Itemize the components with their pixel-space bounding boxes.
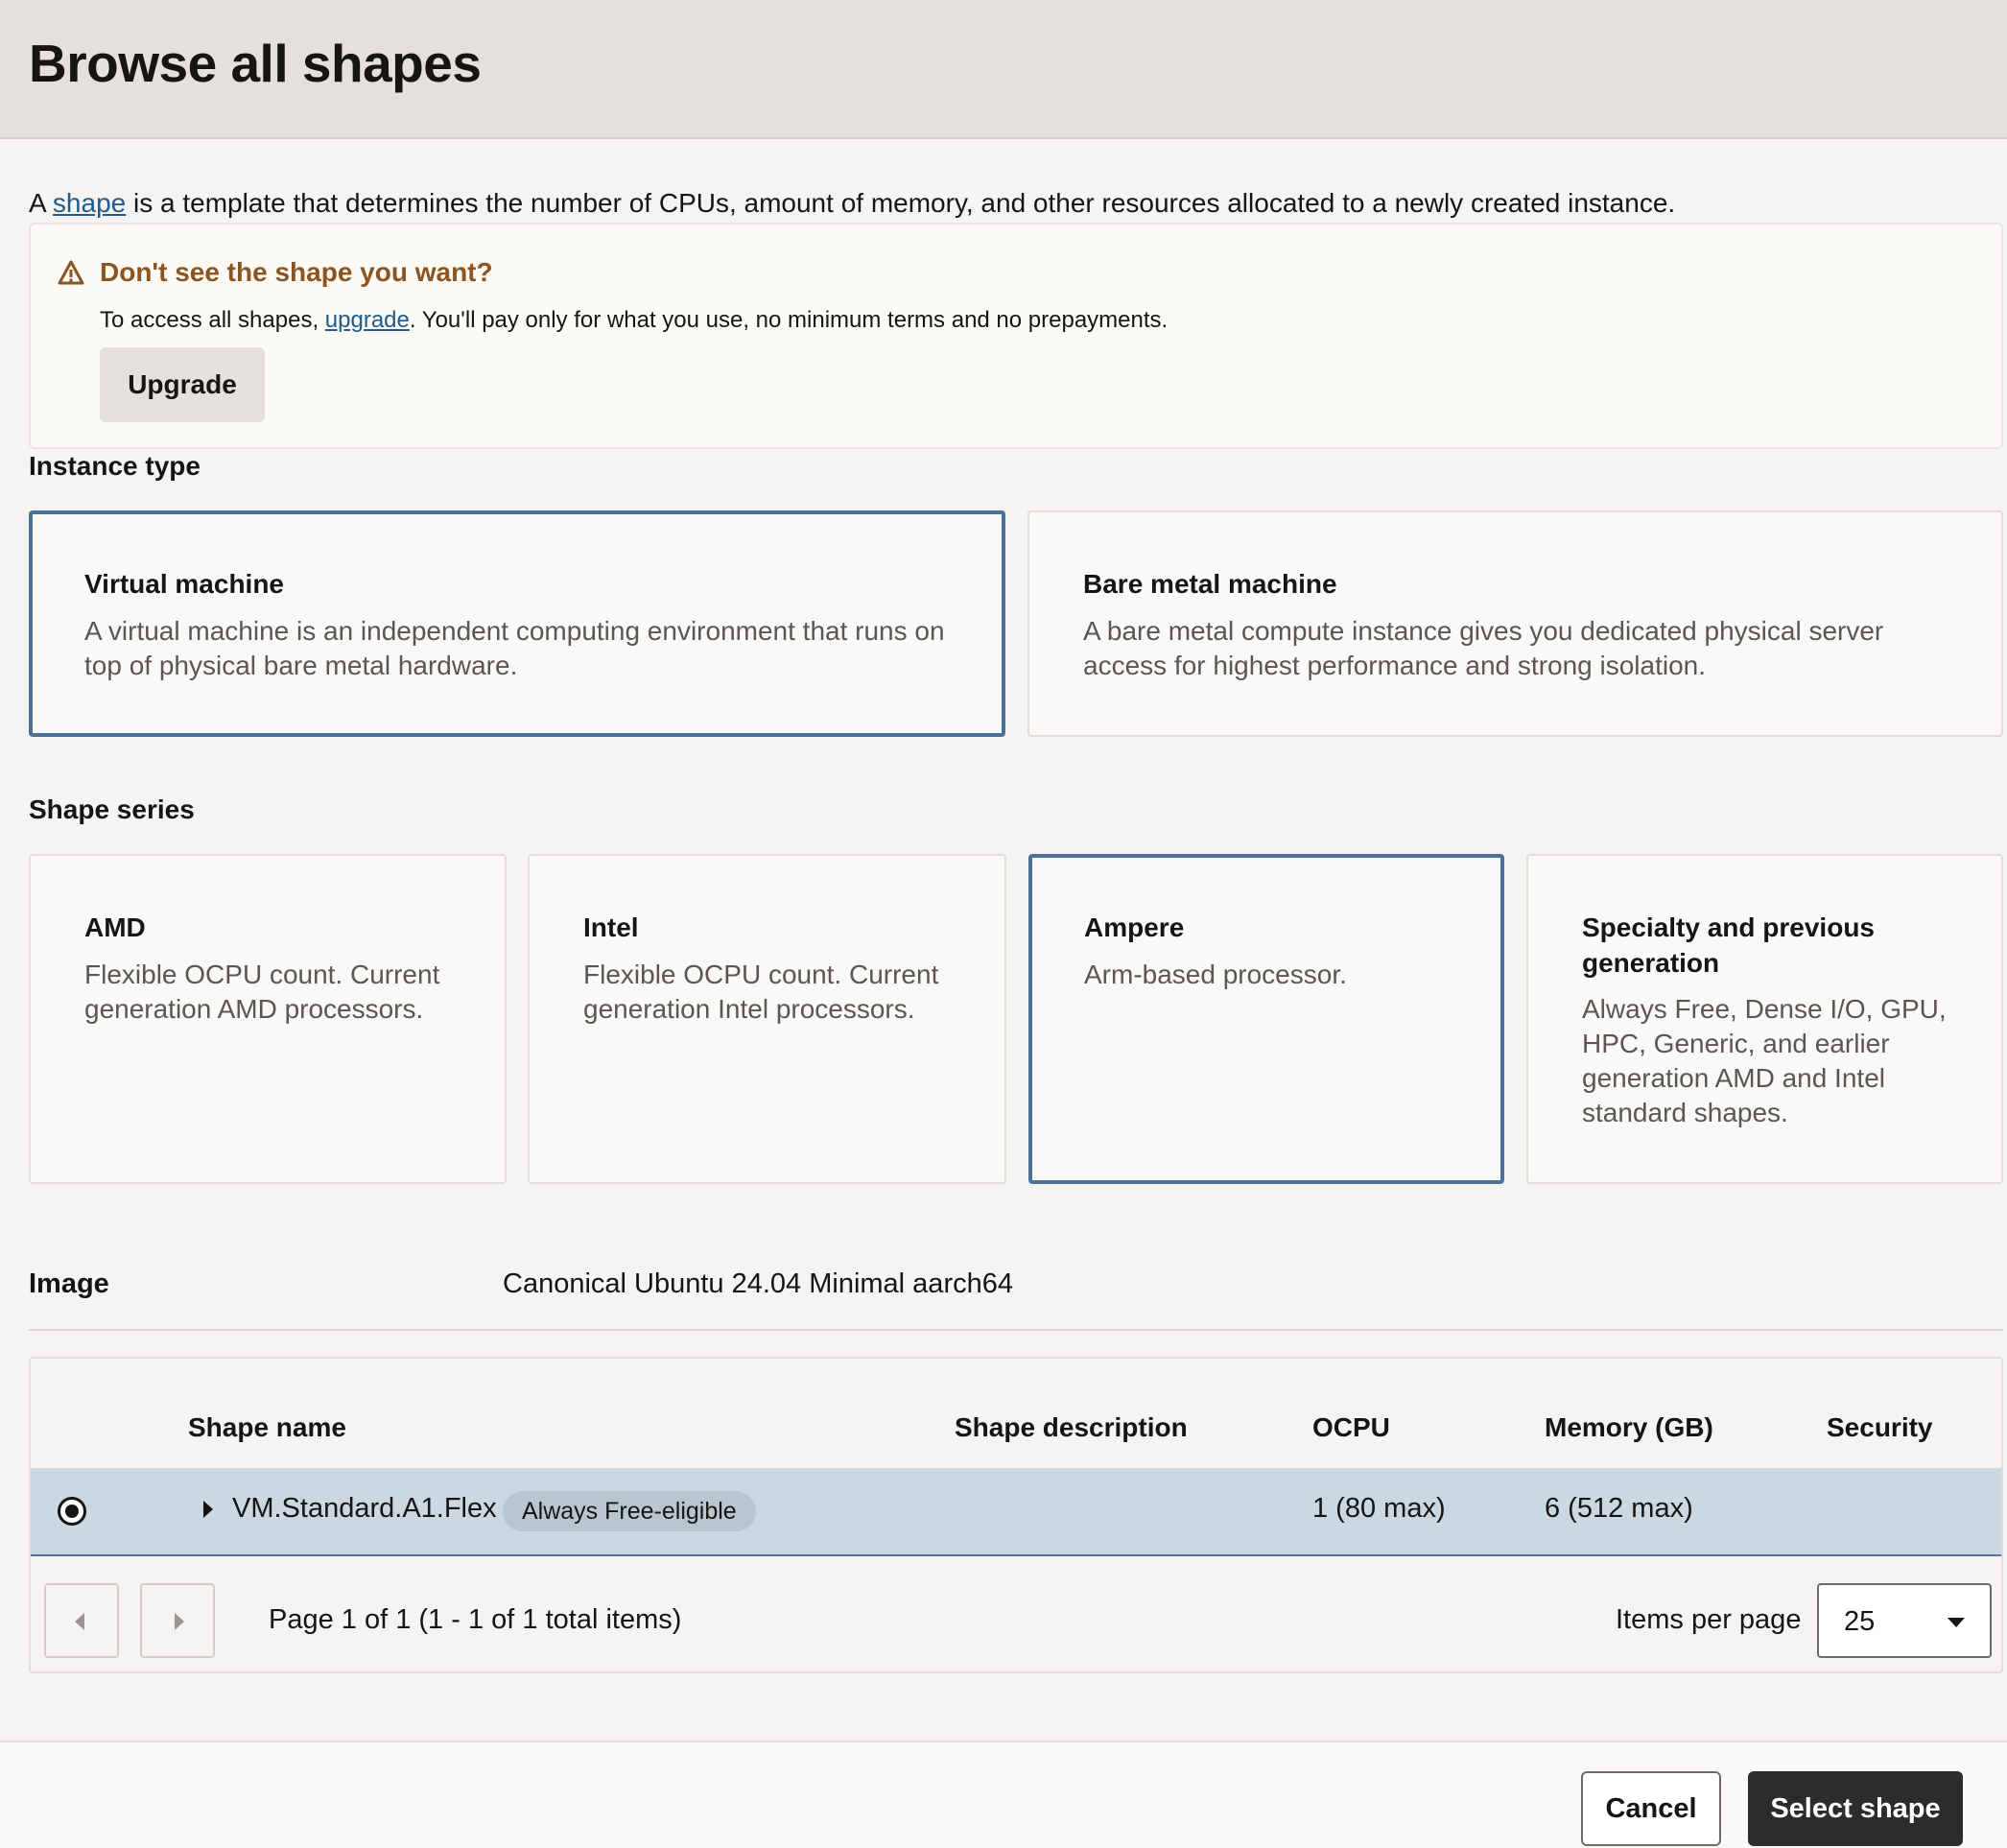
warning-icon <box>58 260 84 285</box>
select-shape-button[interactable]: Select shape <box>1748 1771 1963 1846</box>
notice-body: To access all shapes, upgrade. You'll pa… <box>100 307 1169 333</box>
image-value: Canonical Ubuntu 24.04 Minimal aarch64 <box>503 1268 1013 1299</box>
radio-selected-dot <box>65 1504 79 1518</box>
instance-type-bare-metal[interactable]: Bare metal machine A bare metal compute … <box>1027 510 2003 737</box>
chevron-down-icon <box>1948 1618 1965 1627</box>
page-header: Browse all shapes <box>0 0 2007 139</box>
pagination-info: Page 1 of 1 (1 - 1 of 1 total items) <box>269 1604 682 1635</box>
shape-name-cell: VM.Standard.A1.Flex <box>232 1493 497 1524</box>
notice-title: Don't see the shape you want? <box>100 257 493 287</box>
chevron-right-icon <box>175 1613 184 1630</box>
always-free-badge: Always Free-eligible <box>503 1491 756 1531</box>
shape-series-intel[interactable]: Intel Flexible OCPU count. Current gener… <box>528 854 1006 1184</box>
cancel-button[interactable]: Cancel <box>1581 1771 1721 1846</box>
next-page-button[interactable] <box>140 1583 215 1658</box>
previous-page-button[interactable] <box>44 1583 119 1658</box>
column-header-shape-name[interactable]: Shape name <box>188 1412 346 1443</box>
memory-cell: 6 (512 max) <box>1545 1493 1693 1524</box>
dialog-footer: Cancel Select shape <box>0 1741 2007 1848</box>
shape-series-amd[interactable]: AMD Flexible OCPU count. Current generat… <box>29 854 507 1184</box>
intro-text: A shape is a template that determines th… <box>29 188 1676 218</box>
table-row[interactable]: VM.Standard.A1.Flex Always Free-eligible… <box>31 1468 2001 1556</box>
shape-link[interactable]: shape <box>53 188 126 218</box>
shape-series-ampere[interactable]: Ampere Arm-based processor. <box>1028 854 1504 1184</box>
divider <box>29 1329 2003 1331</box>
column-header-ocpu[interactable]: OCPU <box>1312 1412 1390 1443</box>
shape-series-label: Shape series <box>29 794 195 824</box>
shapes-table: Shape name Shape description OCPU Memory… <box>29 1357 2003 1673</box>
chevron-left-icon <box>75 1613 84 1630</box>
column-header-memory[interactable]: Memory (GB) <box>1545 1412 1713 1443</box>
instance-type-virtual-machine[interactable]: Virtual machine A virtual machine is an … <box>29 510 1005 737</box>
row-radio[interactable] <box>58 1497 86 1526</box>
upgrade-notice: Don't see the shape you want? To access … <box>29 223 2003 449</box>
items-per-page-value: 25 <box>1844 1606 1876 1637</box>
instance-type-label: Instance type <box>29 451 201 481</box>
upgrade-link[interactable]: upgrade <box>325 307 410 333</box>
items-per-page-label: Items per page <box>1616 1604 1802 1635</box>
column-header-shape-description[interactable]: Shape description <box>955 1412 1188 1443</box>
ocpu-cell: 1 (80 max) <box>1312 1493 1446 1524</box>
shape-series-specialty[interactable]: Specialty and previous generation Always… <box>1526 854 2003 1184</box>
image-label: Image <box>29 1268 109 1299</box>
items-per-page-select[interactable]: 25 <box>1817 1583 1992 1658</box>
expand-row-icon[interactable] <box>203 1501 213 1518</box>
upgrade-button[interactable]: Upgrade <box>100 347 265 422</box>
page-title: Browse all shapes <box>29 34 482 93</box>
column-header-security[interactable]: Security <box>1827 1412 1933 1443</box>
